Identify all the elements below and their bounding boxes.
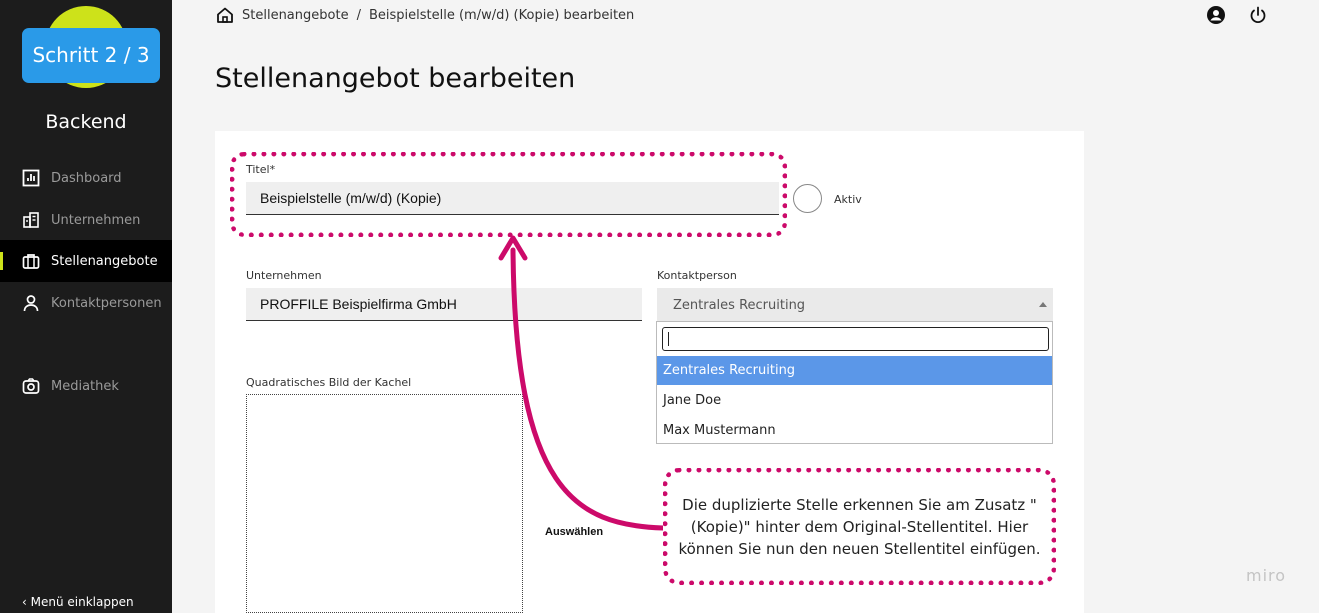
sidebar-item-mediathek[interactable]: Mediathek xyxy=(0,365,172,407)
contact-select-value: Zentrales Recruiting xyxy=(673,297,806,313)
select-image-button[interactable]: Auswählen xyxy=(545,526,603,538)
annotation-callout: Die duplizierte Stelle erkennen Sie am Z… xyxy=(663,468,1056,585)
dropdown-search-input[interactable] xyxy=(662,327,1049,351)
person-icon xyxy=(23,295,39,312)
power-icon[interactable] xyxy=(1248,5,1268,25)
breadcrumb: Stellenangebote / Beispielstelle (m/w/d)… xyxy=(216,6,634,24)
sidebar-item-label: Mediathek xyxy=(51,378,119,394)
page-title: Stellenangebot bearbeiten xyxy=(215,63,576,94)
home-icon[interactable] xyxy=(216,6,234,24)
contact-select[interactable]: Zentrales Recruiting xyxy=(657,288,1053,322)
breadcrumb-link[interactable]: Stellenangebote xyxy=(242,8,349,23)
sidebar-item-label: Stellenangebote xyxy=(51,253,158,269)
image-label: Quadratisches Bild der Kachel xyxy=(246,376,412,389)
briefcase-icon xyxy=(22,254,40,269)
camera-icon xyxy=(22,378,40,394)
active-label: Aktiv xyxy=(834,193,862,206)
sidebar-item-unternehmen[interactable]: Unternehmen xyxy=(0,199,172,241)
text-cursor xyxy=(668,332,669,346)
collapse-label: Menü einklappen xyxy=(30,595,134,609)
image-dropzone[interactable] xyxy=(246,394,523,613)
contact-label: Kontaktperson xyxy=(657,269,737,282)
contact-dropdown: Zentrales Recruiting Jane Doe Max Muster… xyxy=(656,321,1053,444)
sidebar-item-stellenangebote[interactable]: Stellenangebote xyxy=(0,240,172,282)
step-badge: Schritt 2 / 3 xyxy=(22,28,160,83)
account-icon[interactable] xyxy=(1206,5,1226,25)
company-field[interactable]: PROFFILE Beispielfirma GmbH xyxy=(246,288,642,321)
active-toggle[interactable] xyxy=(793,184,822,213)
building-icon xyxy=(23,212,39,228)
sidebar-item-label: Unternehmen xyxy=(51,212,141,228)
caret-up-icon xyxy=(1039,302,1047,307)
sidebar-item-dashboard[interactable]: Dashboard xyxy=(0,157,172,199)
sidebar-item-label: Kontaktpersonen xyxy=(51,295,162,311)
breadcrumb-current: Beispielstelle (m/w/d) (Kopie) bearbeite… xyxy=(368,7,635,23)
collapse-menu-button[interactable]: ‹ Menü einklappen xyxy=(22,595,134,609)
dropdown-option[interactable]: Jane Doe xyxy=(657,386,1052,415)
miro-watermark: miro xyxy=(1246,566,1287,585)
breadcrumb-separator: / xyxy=(356,7,361,23)
dropdown-option[interactable]: Zentrales Recruiting xyxy=(657,356,1052,385)
brand-title: Backend xyxy=(45,111,127,133)
sidebar: Schritt 2 / 3 Backend Dashboard Unterneh… xyxy=(0,0,172,613)
sidebar-item-label: Dashboard xyxy=(51,170,122,186)
chevron-left-icon: ‹ xyxy=(22,595,31,609)
highlight-frame xyxy=(230,152,787,237)
chart-icon xyxy=(22,169,40,187)
company-label: Unternehmen xyxy=(246,269,322,282)
dropdown-option[interactable]: Max Mustermann xyxy=(657,416,1052,445)
sidebar-item-kontaktpersonen[interactable]: Kontaktpersonen xyxy=(0,282,172,324)
